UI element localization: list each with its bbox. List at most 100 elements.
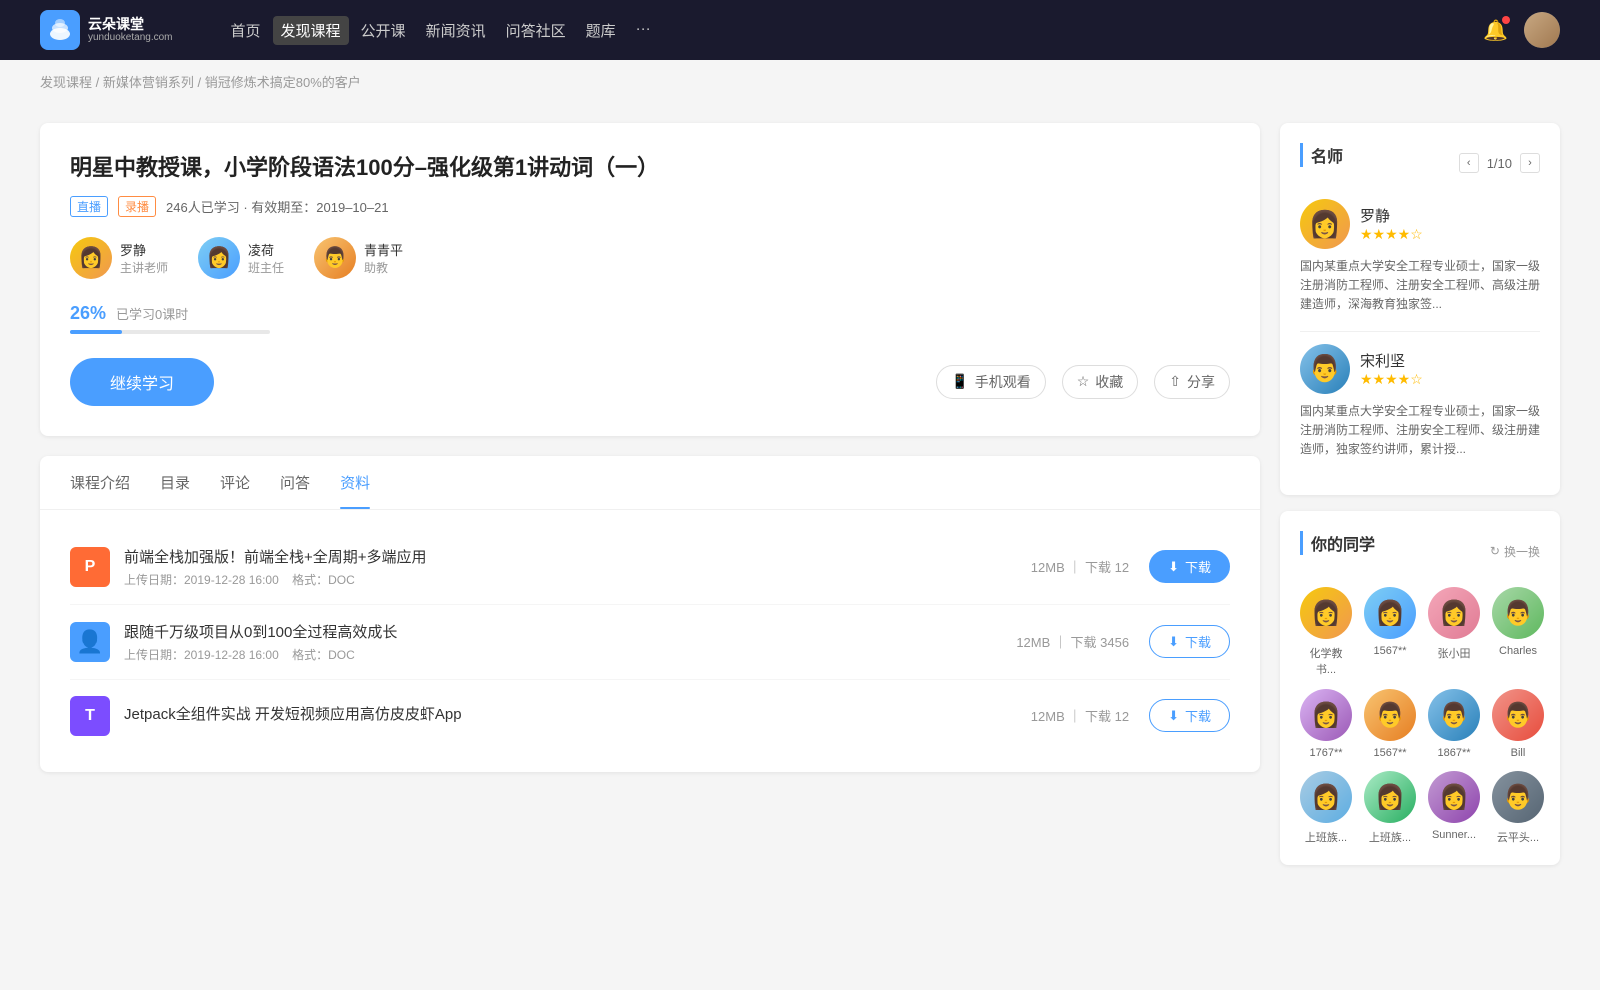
notification-dot (1502, 16, 1510, 24)
student-5-avatar: 👩 (1300, 689, 1352, 741)
file-item-1: P 前端全栈加强版！前端全栈+全周期+多端应用 上传日期：2019-12-28 … (70, 530, 1230, 605)
nav-qa[interactable]: 问答社区 (498, 16, 574, 45)
sidebar: 名师 ‹ 1/10 › 👩 罗静 ★★★★☆ (1280, 123, 1560, 881)
teacher-2-avatar: 👩 (198, 237, 240, 279)
file-name-1: 前端全栈加强版！前端全栈+全周期+多端应用 (124, 546, 1031, 567)
progress-section: 26% 已学习0课时 (70, 303, 1230, 334)
share-button[interactable]: ⇧ 分享 (1154, 365, 1230, 399)
nav-home[interactable]: 首页 (223, 16, 269, 45)
famous-teacher-2-stars: ★★★★☆ (1360, 371, 1423, 388)
famous-teacher-2-header: 👨 宋利坚 ★★★★☆ (1300, 344, 1540, 394)
famous-teacher-2-info: 宋利坚 ★★★★☆ (1360, 350, 1423, 388)
download-button-2[interactable]: ⬇ 下载 (1149, 625, 1230, 658)
content-area: 明星中教授课，小学阶段语法100分–强化级第1讲动词（一） 直播 录播 246人… (40, 123, 1260, 881)
refresh-icon: ↻ (1490, 544, 1500, 558)
progress-bar-bg (70, 330, 270, 334)
famous-teacher-1-name: 罗静 (1360, 205, 1423, 226)
teacher-1-info: 罗静 主讲老师 (120, 240, 168, 276)
continue-study-button[interactable]: 继续学习 (70, 358, 214, 406)
famous-teacher-1-avatar: 👩 (1300, 199, 1350, 249)
tab-qa[interactable]: 问答 (280, 456, 310, 509)
student-6-avatar: 👨 (1364, 689, 1416, 741)
tab-comment[interactable]: 评论 (220, 456, 250, 509)
tag-rec: 录播 (118, 196, 156, 217)
student-10-name: 上班族... (1369, 829, 1411, 845)
famous-teachers-title: 名师 (1300, 143, 1343, 167)
file-name-3: Jetpack全组件实战 开发短视频应用高仿皮皮虾App (124, 703, 1031, 724)
nav-exam[interactable]: 题库 (578, 16, 624, 45)
file-item-2: 👤 跟随千万级项目从0到100全过程高效成长 上传日期：2019-12-28 1… (70, 605, 1230, 680)
famous-teacher-2-desc: 国内某重点大学安全工程专业硕士，国家一级注册消防工程师、注册安全工程师、级注册建… (1300, 402, 1540, 460)
student-5: 👩 1767** (1300, 689, 1352, 759)
mobile-watch-button[interactable]: 📱 手机观看 (936, 365, 1045, 399)
student-11: 👩 Sunner... (1428, 771, 1480, 845)
action-buttons: 📱 手机观看 ☆ 收藏 ⇧ 分享 (936, 365, 1230, 399)
download-button-1[interactable]: ⬇ 下载 (1149, 550, 1230, 583)
file-icon-1: P (70, 547, 110, 587)
prev-page-button[interactable]: ‹ (1459, 153, 1479, 173)
bell-icon[interactable]: 🔔 (1483, 18, 1508, 43)
nav-discover[interactable]: 发现课程 (273, 16, 349, 45)
teachers-pagination: ‹ 1/10 › (1459, 153, 1540, 173)
header-right: 🔔 (1483, 12, 1560, 48)
student-9-avatar: 👩 (1300, 771, 1352, 823)
next-page-button[interactable]: › (1520, 153, 1540, 173)
teacher-1-name: 罗静 (120, 240, 168, 259)
user-avatar[interactable] (1524, 12, 1560, 48)
teacher-1-avatar: 👩 (70, 237, 112, 279)
file-info-1: 前端全栈加强版！前端全栈+全周期+多端应用 上传日期：2019-12-28 16… (124, 546, 1031, 588)
student-10: 👩 上班族... (1364, 771, 1416, 845)
file-item-3: T Jetpack全组件实战 开发短视频应用高仿皮皮虾App 12MB ｜ 下载… (70, 680, 1230, 752)
tab-resource[interactable]: 资料 (340, 456, 370, 509)
classmates-header: 你的同学 ↻ 换一换 (1300, 531, 1540, 571)
refresh-button[interactable]: ↻ 换一换 (1490, 543, 1540, 560)
classmates-card: 你的同学 ↻ 换一换 👩 化学教书... 👩 1567** 👩 (1280, 511, 1560, 865)
famous-teacher-2-avatar: 👨 (1300, 344, 1350, 394)
course-actions: 继续学习 📱 手机观看 ☆ 收藏 ⇧ 分享 (70, 358, 1230, 406)
teacher-1: 👩 罗静 主讲老师 (70, 237, 168, 279)
tab-catalog[interactable]: 目录 (160, 456, 190, 509)
famous-teacher-1-info: 罗静 ★★★★☆ (1360, 205, 1423, 243)
star-icon: ☆ (1077, 373, 1090, 390)
main-layout: 明星中教授课，小学阶段语法100分–强化级第1讲动词（一） 直播 录播 246人… (0, 103, 1600, 901)
student-2-name: 1567** (1373, 645, 1406, 657)
file-info-3: Jetpack全组件实战 开发短视频应用高仿皮皮虾App (124, 703, 1031, 728)
teacher-3-avatar: 👨 (314, 237, 356, 279)
student-9-name: 上班族... (1305, 829, 1347, 845)
student-6-name: 1567** (1373, 747, 1406, 759)
breadcrumb-item-2[interactable]: 新媒体营销系列 (103, 75, 194, 90)
nav-more[interactable]: ··· (628, 16, 659, 45)
progress-time: 已学习0课时 (116, 304, 188, 323)
student-5-name: 1767** (1309, 747, 1342, 759)
famous-teacher-1-header: 👩 罗静 ★★★★☆ (1300, 199, 1540, 249)
tab-intro[interactable]: 课程介绍 (70, 456, 130, 509)
nav-open[interactable]: 公开课 (353, 16, 414, 45)
download-icon-1: ⬇ (1168, 559, 1179, 575)
student-10-avatar: 👩 (1364, 771, 1416, 823)
download-button-3[interactable]: ⬇ 下载 (1149, 699, 1230, 732)
student-7: 👨 1867** (1428, 689, 1480, 759)
student-1-name: 化学教书... (1300, 645, 1352, 677)
file-meta-1: 上传日期：2019-12-28 16:00 格式：DOC (124, 571, 1031, 588)
course-meta: 直播 录播 246人已学习 · 有效期至：2019–10–21 (70, 196, 1230, 217)
student-4: 👨 Charles (1492, 587, 1544, 677)
file-icon-3: T (70, 696, 110, 736)
teacher-2: 👩 凌荷 班主任 (198, 237, 284, 279)
student-8-name: Bill (1511, 747, 1526, 759)
famous-teacher-2-name: 宋利坚 (1360, 350, 1423, 371)
collect-button[interactable]: ☆ 收藏 (1062, 365, 1139, 399)
mobile-icon: 📱 (951, 373, 968, 390)
student-4-name: Charles (1499, 645, 1537, 657)
divider (1300, 331, 1540, 332)
progress-pct: 26% (70, 303, 106, 324)
student-4-avatar: 👨 (1492, 587, 1544, 639)
student-3: 👩 张小田 (1428, 587, 1480, 677)
breadcrumb-item-1[interactable]: 发现课程 (40, 75, 92, 90)
logo-text: 云朵课堂 yunduoketang.com (88, 16, 173, 45)
nav-news[interactable]: 新闻资讯 (418, 16, 494, 45)
student-9: 👩 上班族... (1300, 771, 1352, 845)
logo[interactable]: 云朵课堂 yunduoketang.com (40, 10, 173, 50)
file-name-2: 跟随千万级项目从0到100全过程高效成长 (124, 621, 1016, 642)
breadcrumb-item-3[interactable]: 销冠修炼术搞定80%的客户 (205, 75, 361, 90)
student-1-avatar: 👩 (1300, 587, 1352, 639)
